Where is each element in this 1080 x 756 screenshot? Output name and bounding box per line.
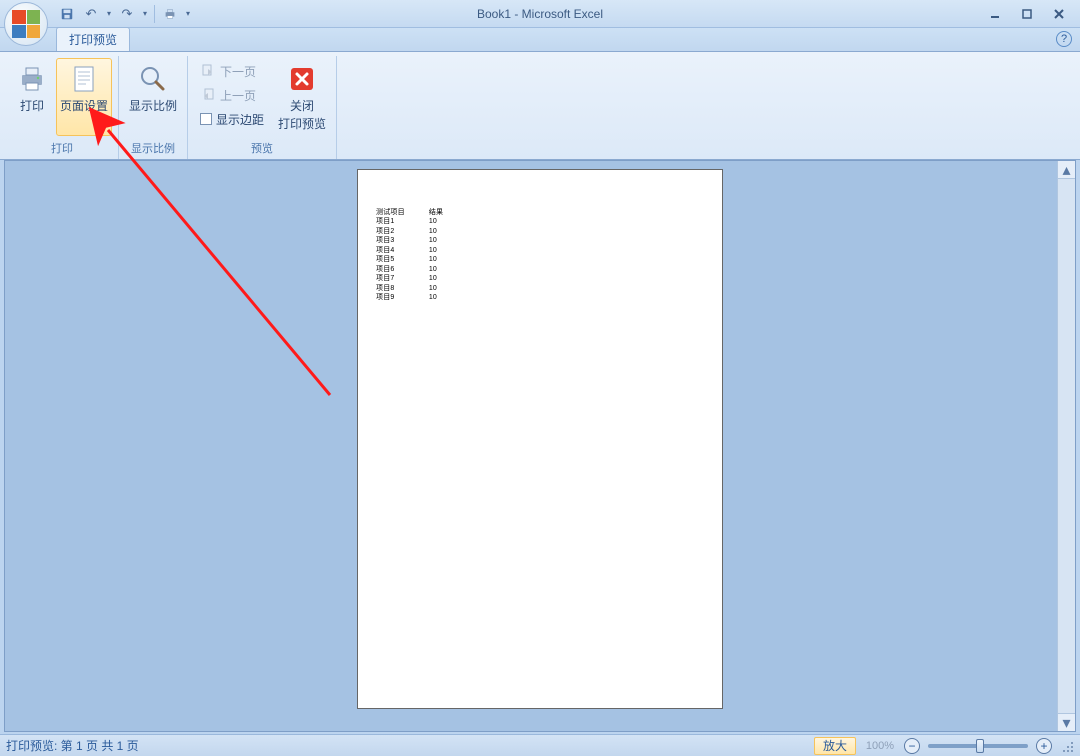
slider-thumb[interactable]	[976, 739, 984, 753]
page-setup-label: 页面设置	[60, 99, 108, 113]
group-zoom-label: 显示比例	[125, 139, 181, 159]
next-page-icon	[200, 63, 216, 79]
group-preview-label: 预览	[194, 139, 330, 159]
page-setup-button[interactable]: 页面设置	[56, 58, 112, 136]
show-margins-label: 显示边距	[216, 111, 264, 128]
page-preview[interactable]: 测试项目结果项目110项目210项目310项目410项目510项目610项目71…	[357, 169, 723, 709]
show-margins-checkbox[interactable]: 显示边距	[194, 108, 270, 130]
vertical-scrollbar[interactable]: ▴ ▾	[1057, 161, 1075, 731]
quick-access-toolbar: ↶ ▾ ↷ ▾ ▾	[56, 3, 193, 25]
maximize-button[interactable]	[1014, 5, 1040, 23]
zoom-label: 显示比例	[129, 99, 177, 113]
undo-icon[interactable]: ↶	[80, 3, 102, 25]
zoom-in-button[interactable]: +	[1036, 738, 1052, 754]
undo-dropdown-icon[interactable]: ▾	[104, 3, 114, 25]
prev-page-label: 上一页	[220, 87, 256, 104]
prev-page-button: 上一页	[194, 84, 270, 106]
redo-icon[interactable]: ↷	[116, 3, 138, 25]
print-quick-icon[interactable]	[159, 3, 181, 25]
printer-icon	[16, 63, 48, 95]
window-title: Book1 - Microsoft Excel	[477, 7, 603, 21]
magnifier-icon	[137, 63, 169, 95]
status-text: 打印预览: 第 1 页 共 1 页	[6, 737, 139, 754]
close-label-1: 关闭	[290, 99, 314, 113]
office-logo-icon	[12, 10, 40, 38]
zoom-button[interactable]: 显示比例	[125, 58, 181, 136]
help-button[interactable]: ?	[1056, 31, 1072, 47]
group-print-label: 打印	[12, 139, 112, 159]
group-zoom: 显示比例 显示比例	[119, 56, 188, 159]
zoom-slider[interactable]	[928, 744, 1028, 748]
ribbon: 打印 页面设置 打印 显示比例 显示比例	[0, 52, 1080, 160]
group-print: 打印 页面设置 打印	[6, 56, 119, 159]
close-button[interactable]	[1046, 5, 1072, 23]
qat-separator	[154, 5, 155, 23]
statusbar: 打印预览: 第 1 页 共 1 页 放大 100% − +	[0, 734, 1080, 756]
group-preview: 下一页 上一页 显示边距 关闭 打印预览	[188, 56, 337, 159]
scroll-down-icon[interactable]: ▾	[1058, 713, 1075, 731]
close-label-2: 打印预览	[278, 117, 326, 131]
minimize-button[interactable]	[982, 5, 1008, 23]
tab-print-preview[interactable]: 打印预览	[56, 27, 130, 51]
scroll-up-icon[interactable]: ▴	[1058, 161, 1075, 179]
office-button[interactable]	[4, 2, 48, 46]
page-setup-icon	[68, 63, 100, 95]
page-content: 测试项目结果项目110项目210项目310项目410项目510项目610项目71…	[376, 208, 449, 302]
resize-grip-icon[interactable]	[1060, 739, 1074, 753]
zoom-in-mode-button[interactable]: 放大	[814, 737, 856, 755]
qat-customize-dropdown-icon[interactable]: ▾	[183, 3, 193, 25]
print-label: 打印	[20, 99, 44, 113]
ribbon-tabbar: 打印预览 ?	[0, 28, 1080, 52]
zoom-out-button[interactable]: −	[904, 738, 920, 754]
zoom-percentage[interactable]: 100%	[858, 740, 902, 752]
next-page-label: 下一页	[220, 63, 256, 80]
save-icon[interactable]	[56, 3, 78, 25]
prev-page-icon	[200, 87, 216, 103]
preview-area: 测试项目结果项目110项目210项目310项目410项目510项目610项目71…	[4, 160, 1076, 732]
redo-dropdown-icon[interactable]: ▾	[140, 3, 150, 25]
checkbox-icon	[200, 113, 212, 125]
next-page-button: 下一页	[194, 60, 270, 82]
close-icon	[286, 63, 318, 95]
titlebar: ↶ ▾ ↷ ▾ ▾ Book1 - Microsoft Excel	[0, 0, 1080, 28]
print-button[interactable]: 打印	[12, 58, 52, 136]
close-preview-button[interactable]: 关闭 打印预览	[274, 58, 330, 136]
